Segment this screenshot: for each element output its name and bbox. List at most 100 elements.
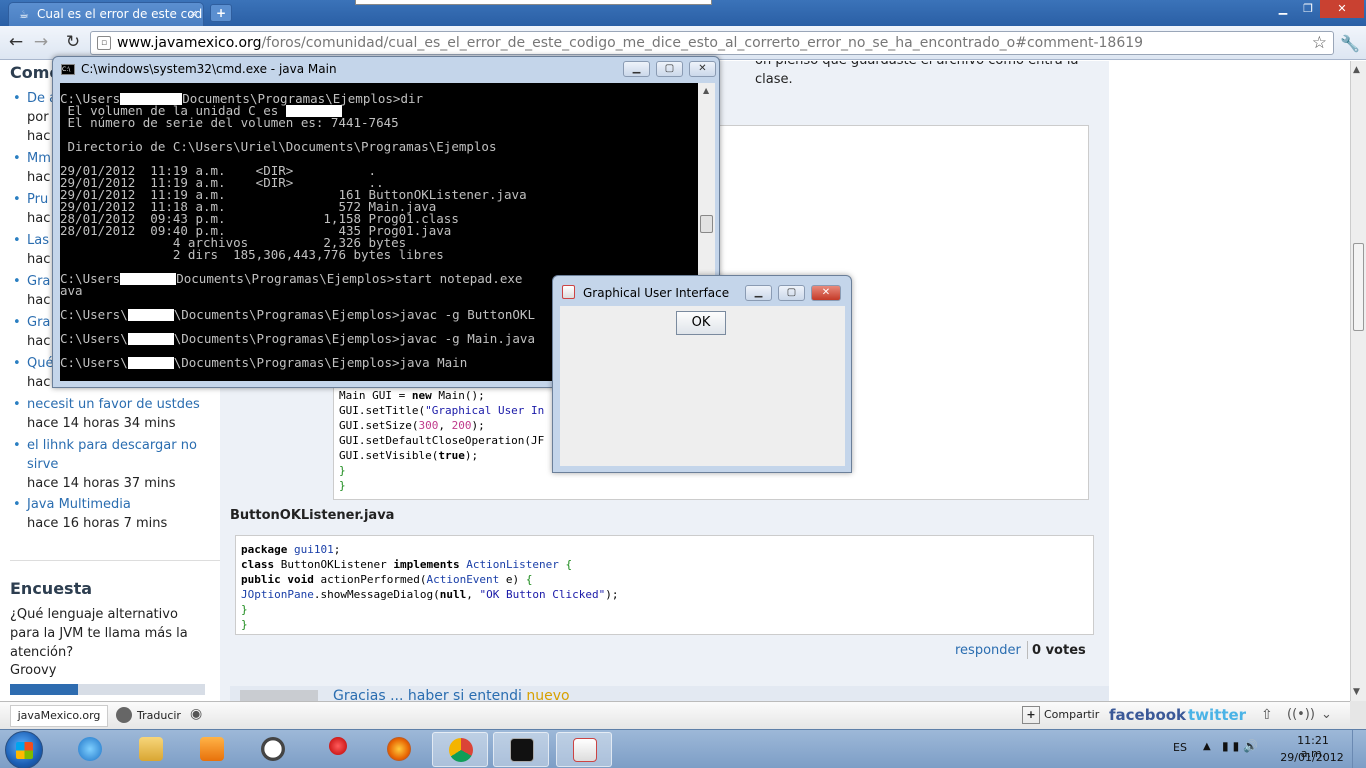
votes-count: 0 votes <box>1032 643 1086 658</box>
facebook-button[interactable]: facebook <box>1109 706 1186 724</box>
chrome-tab-strip: ☕ Cual es el error de este codi × + ▁ ❐ … <box>0 0 1366 26</box>
comment-link[interactable]: Java Multimedia <box>27 495 207 514</box>
bullet-icon: • <box>13 356 21 371</box>
media-player-icon <box>200 737 224 761</box>
internet-explorer-icon <box>78 737 102 761</box>
reply-link[interactable]: responder <box>955 643 1021 658</box>
broadcast-icon[interactable]: ((•)) <box>1287 707 1315 722</box>
poll-result-bar <box>10 684 205 695</box>
poll-question: ¿Qué lenguaje alternativo para la JVM te… <box>10 607 188 660</box>
internet-explorer-taskbar-button[interactable] <box>62 732 118 767</box>
bullet-icon: • <box>13 397 21 412</box>
recent-comment-item[interactable]: • el lihnk para descargar no sirve hace 14… <box>13 436 207 493</box>
windows-taskbar: ES ▲ ▮▮🔊 11:21 a.m. 29/01/2012 <box>0 729 1366 768</box>
reload-icon[interactable]: ↻ <box>62 32 84 54</box>
chrome-icon <box>449 738 473 762</box>
resize-corner[interactable] <box>1350 701 1366 729</box>
url-text[interactable]: www.javamexico.org/foros/comunidad/cual_… <box>117 35 1143 51</box>
scroll-down-icon[interactable]: ▼ <box>1353 687 1360 697</box>
translate-globe-icon[interactable] <box>116 707 132 723</box>
wrench-icon[interactable]: 🔧 <box>1340 34 1360 53</box>
window-restore-button[interactable]: ❐ <box>1296 0 1320 18</box>
java-favicon-icon: ☕ <box>19 8 29 21</box>
java-taskbar-button[interactable] <box>556 732 612 767</box>
pushpin-icon <box>329 737 347 755</box>
clock-taskbar-button[interactable] <box>245 732 301 767</box>
java-icon <box>562 285 575 299</box>
tray-status-icons[interactable]: ▮▮🔊 <box>1222 739 1262 753</box>
window-edge <box>355 0 712 5</box>
bullet-icon: • <box>13 315 21 330</box>
window-close-button[interactable]: ✕ <box>1320 0 1364 18</box>
new-tab-button[interactable]: + <box>210 4 232 22</box>
code-lines: package gui101; class ButtonOKListener i… <box>241 543 619 631</box>
scrollbar-thumb[interactable] <box>700 215 713 233</box>
pin-taskbar-button[interactable] <box>310 732 366 767</box>
recent-comment-item[interactable]: • necesit un favor de ustdes hace 14 horas… <box>13 395 207 433</box>
twitter-button[interactable]: twitter <box>1188 706 1246 724</box>
chrome-taskbar-button[interactable] <box>432 732 488 767</box>
clock-icon <box>261 737 285 761</box>
show-hidden-icons-icon[interactable]: ▲ <box>1203 741 1211 752</box>
scroll-up-icon[interactable]: ▲ <box>703 86 709 95</box>
comment-meta: hace 14 horas 34 mins <box>27 416 176 431</box>
poll-title: Encuesta <box>10 579 93 598</box>
folder-icon <box>139 737 163 761</box>
scroll-up-icon[interactable]: ▲ <box>1353 65 1360 75</box>
ok-button[interactable]: OK <box>676 311 726 335</box>
java-gui-window[interactable]: Graphical User Interface ▁ ▢ ✕ OK <box>552 275 852 473</box>
poll-result-fill <box>10 684 79 695</box>
site-toolbar: javaMexico.org Traducir ◉ + Compartir fac… <box>0 701 1350 729</box>
show-desktop-button[interactable] <box>1352 730 1366 768</box>
comment-link[interactable]: necesit un favor de ustdes <box>27 395 207 414</box>
back-arrow-icon[interactable]: ← <box>5 32 27 54</box>
browser-toolbar: ← → ↻ ▫ www.javamexico.org/foros/comunid… <box>0 26 1366 60</box>
cmd-maximize-button[interactable]: ▢ <box>656 61 683 77</box>
translate-button[interactable]: Traducir <box>137 709 181 722</box>
gui-close-button[interactable]: ✕ <box>811 285 841 301</box>
share-button[interactable]: + Compartir <box>1022 706 1099 724</box>
code-block-listener: package gui101; class ButtonOKListener i… <box>235 535 1094 635</box>
java-icon <box>573 738 597 762</box>
tab-close-icon[interactable]: × <box>189 7 198 20</box>
bullet-icon: • <box>13 151 21 166</box>
bookmark-star-icon[interactable]: ☆ <box>1312 33 1327 53</box>
bullet-icon: • <box>13 91 21 106</box>
clock-date[interactable]: 29/01/2012 <box>1280 751 1344 764</box>
cmd-taskbar-button[interactable] <box>493 732 549 767</box>
plus-icon: + <box>1022 706 1040 724</box>
bullet-icon: • <box>13 274 21 289</box>
comment-link[interactable]: el lihnk para descargar no sirve <box>27 436 207 474</box>
comment-text: on pienso que guardaste el archivo como … <box>755 61 1078 87</box>
firefox-taskbar-button[interactable] <box>371 732 427 767</box>
address-bar[interactable]: ▫ www.javamexico.org/foros/comunidad/cua… <box>90 31 1334 55</box>
page-icon: ▫ <box>97 36 111 50</box>
gui-content-pane: OK <box>560 306 845 466</box>
media-player-taskbar-button[interactable] <box>184 732 240 767</box>
start-button[interactable] <box>5 731 43 768</box>
scrollbar-thumb[interactable] <box>1353 243 1364 331</box>
avatar <box>240 690 318 701</box>
sidebar-divider <box>10 560 220 561</box>
page-scrollbar[interactable]: ▲ ▼ <box>1350 61 1366 701</box>
next-comment-title[interactable]: Gracias ... haber si entendi nuevo <box>333 688 570 701</box>
cmd-minimize-button[interactable]: ▁ <box>623 61 650 77</box>
file-explorer-taskbar-button[interactable] <box>123 732 179 767</box>
window-minimize-button[interactable]: ▁ <box>1270 0 1296 18</box>
bullet-icon: • <box>13 233 21 248</box>
gui-minimize-button[interactable]: ▁ <box>745 285 772 301</box>
recent-comment-item[interactable]: • Java Multimedia hace 16 horas 7 mins <box>13 495 207 533</box>
collapse-chevron-icon[interactable]: ⌄ <box>1321 707 1332 722</box>
rss-icon[interactable]: ◉ <box>190 706 202 722</box>
gui-maximize-button[interactable]: ▢ <box>778 285 805 301</box>
language-indicator[interactable]: ES <box>1173 741 1187 754</box>
comment-meta: hace 16 horas 7 mins <box>27 516 168 531</box>
next-comment: Gracias ... haber si entendi nuevo <box>230 686 1109 701</box>
forward-arrow-icon[interactable]: → <box>30 32 52 54</box>
browser-tab[interactable]: ☕ Cual es el error de este codi × <box>8 2 204 26</box>
firefox-icon <box>387 737 411 761</box>
gui-window-title: Graphical User Interface <box>583 286 730 300</box>
site-home-button[interactable]: javaMexico.org <box>10 705 108 727</box>
cmd-close-button[interactable]: ✕ <box>689 61 716 77</box>
scroll-top-icon[interactable]: ⇧ <box>1261 707 1273 723</box>
